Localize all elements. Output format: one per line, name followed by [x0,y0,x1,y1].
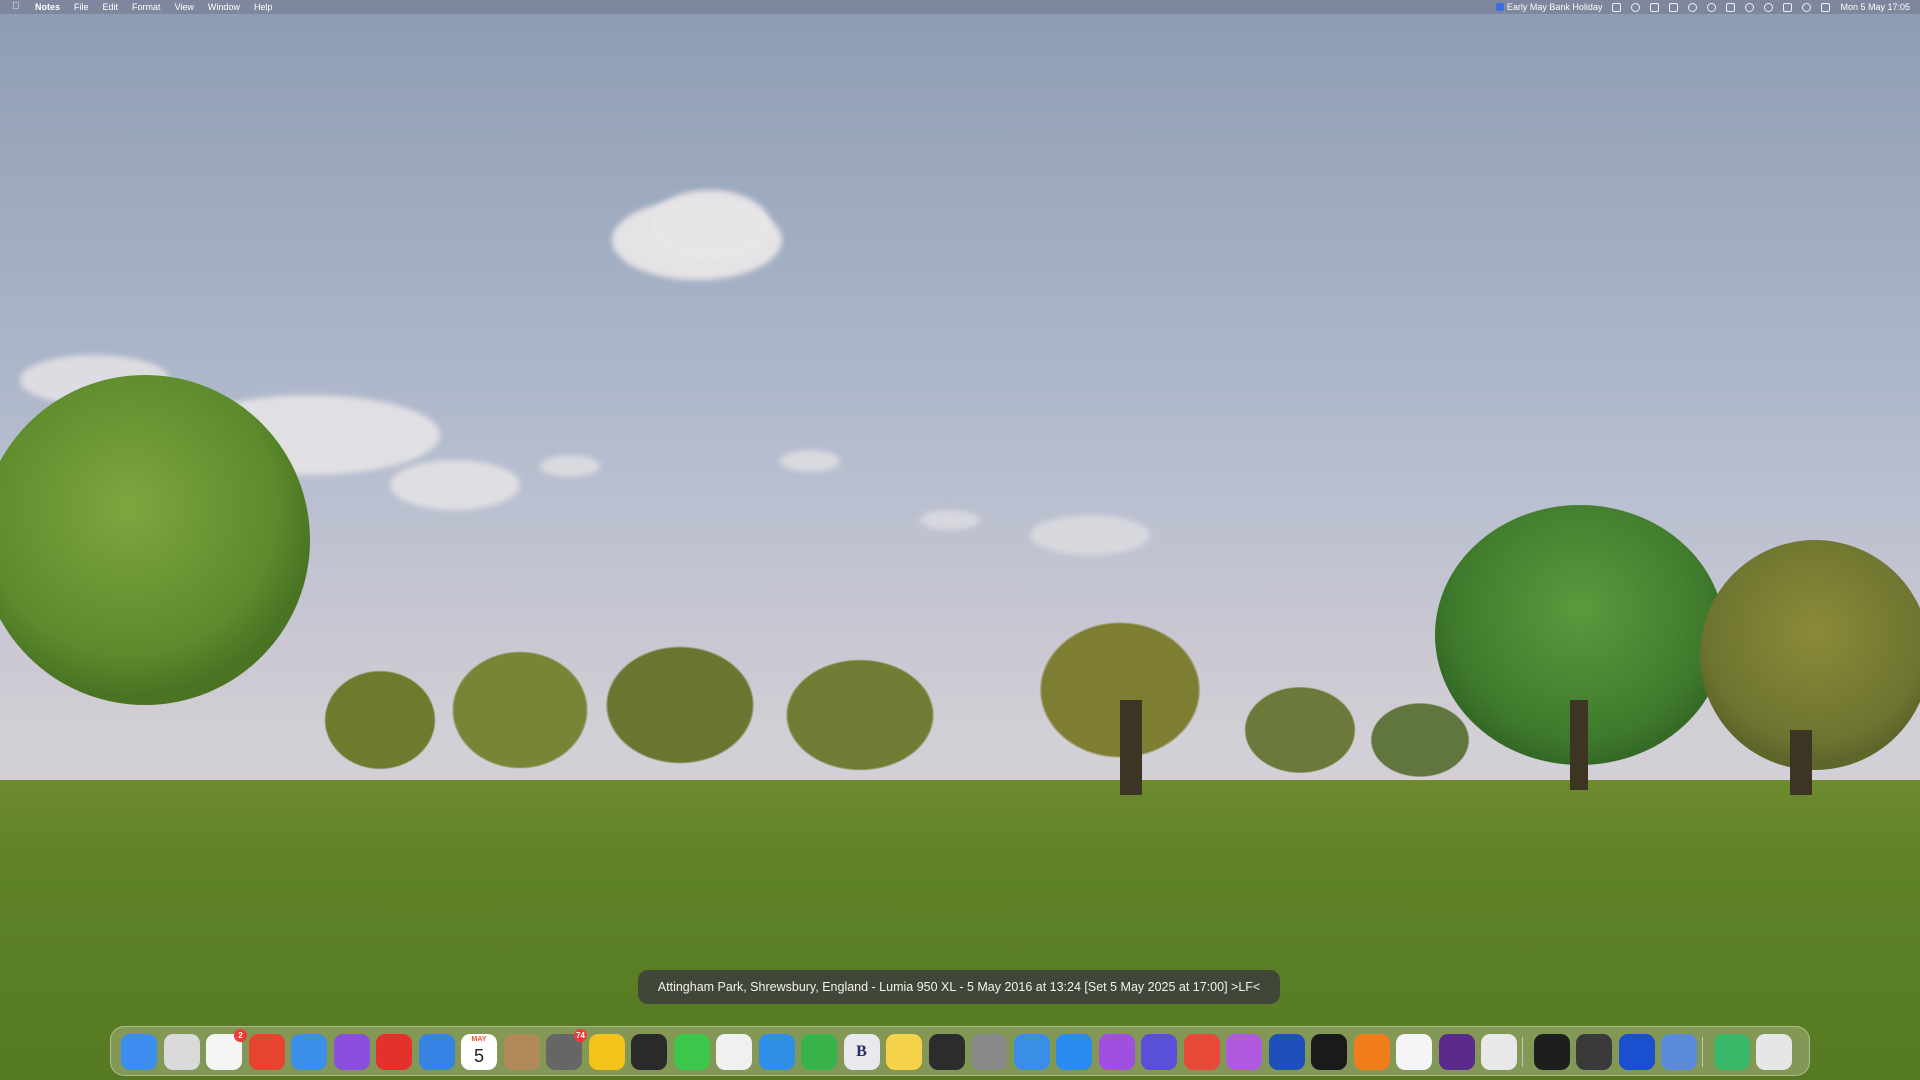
dock-downloads-icon[interactable] [1713,1034,1750,1070]
dock-chat-bubbles-icon[interactable] [631,1034,667,1070]
dock-shortcuts-icon[interactable] [1141,1034,1177,1070]
headphones-icon[interactable] [1745,2,1755,12]
dock-safari-icon[interactable] [418,1034,455,1070]
dock-system-settings-icon[interactable] [971,1034,1007,1070]
dock-messages-icon[interactable] [673,1034,710,1070]
menu-window[interactable]: Window [208,2,240,12]
malwarebytes-m-icon[interactable] [1726,2,1736,12]
dock-vectorize-icon[interactable] [928,1034,965,1070]
dock-numbers-icon[interactable] [801,1034,837,1070]
notes-status-icon[interactable] [1612,2,1622,12]
time-machine-icon[interactable] [1802,2,1812,12]
dock-music-sampler-icon[interactable] [1438,1034,1475,1070]
dock-vlc-icon[interactable] [1353,1034,1390,1070]
dock-calendar-grid-icon[interactable] [333,1034,370,1070]
calendar-month-label: MAY [471,1036,487,1043]
dock-red-app-icon[interactable] [248,1034,285,1070]
shield-icon[interactable] [1650,2,1660,12]
dock-xcode-tools-icon[interactable] [1013,1034,1050,1070]
menubar-clock[interactable]: Mon 5 May 17:05 [1840,2,1910,12]
dock-photos-icon[interactable] [716,1034,752,1070]
dock-vivaldi-icon[interactable] [376,1034,412,1070]
dock-screens-icon[interactable] [1183,1034,1220,1070]
dock-bbedit-icon[interactable]: B [843,1034,880,1070]
dock-star-app-icon[interactable]: 74 [546,1029,587,1070]
dock-mail-icon[interactable] [291,1034,327,1070]
menu-view[interactable]: View [175,2,194,12]
wallpaper-caption: Attingham Park, Shrewsbury, England - Lu… [638,970,1280,1004]
dock-clock-compass-icon[interactable] [758,1034,795,1070]
dock-pastebot-icon[interactable] [1226,1034,1262,1070]
sync-icon[interactable] [1764,2,1774,12]
dock-shield-app-icon[interactable] [1268,1034,1305,1070]
spotify-icon[interactable] [1707,2,1717,12]
dock-iphone-mirroring-icon[interactable] [1481,1034,1517,1070]
dock-notes-icon[interactable] [886,1034,922,1070]
pin-icon[interactable] [1631,2,1641,12]
control-centre-icon[interactable] [1821,2,1831,12]
dock-malwarebytes-icon[interactable] [1618,1034,1655,1070]
dock-trash-icon[interactable] [1756,1034,1792,1070]
menu-bar:  Notes File Edit Format View Window Hel… [0,0,1920,14]
event-label: Early May Bank Holiday [1506,2,1603,12]
dock: 2 MAY 5 74 B [110,1026,1810,1076]
menu-file[interactable]: File [74,2,89,12]
bin-icon[interactable] [1669,2,1679,12]
bluetooth-icon[interactable] [1688,2,1698,12]
dock-reeder-bolt-icon[interactable] [588,1034,625,1070]
dock-calendar-icon[interactable]: MAY 5 [461,1034,497,1070]
dock-chatgpt-icon[interactable] [1396,1034,1432,1070]
calendar-icon [1495,3,1504,11]
dock-podcasts-icon[interactable] [1098,1034,1135,1070]
desktop-wallpaper [0,0,1920,1080]
app-menu-notes[interactable]: Notes [35,2,60,12]
dock-notebook-icon[interactable] [503,1034,540,1070]
menu-edit[interactable]: Edit [103,2,119,12]
dock-reminders-check-icon[interactable]: 2 [206,1029,247,1070]
caption-text: Attingham Park, Shrewsbury, England - Lu… [657,980,1261,994]
dock-finder-icon[interactable] [121,1034,157,1070]
dock-sketch-tool-icon[interactable] [1576,1034,1612,1070]
dock-terminal-icon[interactable] [1533,1034,1570,1070]
calendar-event-status[interactable]: Early May Bank Holiday [1495,2,1603,12]
dock-separator [1521,1037,1523,1067]
screen-mirror-icon[interactable] [1783,2,1793,12]
dock-infuse-icon[interactable] [1311,1034,1347,1070]
dock-badge: 74 [574,1029,587,1042]
dock-separator [1701,1037,1703,1067]
dock-app-store-icon[interactable] [1056,1034,1092,1070]
menu-help[interactable]: Help [254,2,273,12]
dock-badge: 2 [234,1029,247,1042]
dock-launchpad-icon[interactable] [163,1034,200,1070]
calendar-day-label: 5 [473,1045,484,1066]
dock-preview-icon[interactable] [1661,1034,1697,1070]
menu-format[interactable]: Format [132,2,161,12]
apple-menu-icon[interactable]:  [12,2,21,12]
